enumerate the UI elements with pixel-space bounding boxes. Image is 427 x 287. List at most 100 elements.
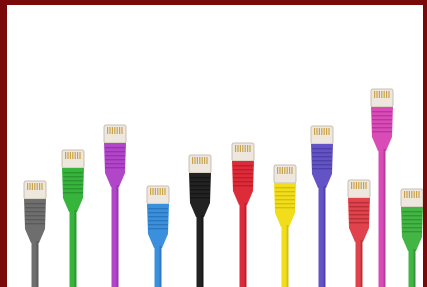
pin bbox=[152, 188, 154, 195]
ridge bbox=[105, 155, 125, 157]
pin bbox=[360, 182, 362, 189]
ridge bbox=[190, 189, 210, 191]
photo-frame bbox=[0, 0, 427, 287]
pin bbox=[286, 167, 288, 174]
pin bbox=[358, 182, 360, 189]
pin bbox=[355, 182, 357, 189]
ridge bbox=[275, 191, 295, 193]
ridge bbox=[63, 172, 83, 174]
ridge bbox=[402, 231, 422, 233]
cable-gray bbox=[23, 180, 47, 287]
ridge bbox=[105, 151, 125, 153]
strain-relief bbox=[372, 137, 392, 151]
ridge bbox=[25, 203, 45, 205]
network-cables-photo bbox=[23, 88, 423, 287]
ridge bbox=[372, 119, 392, 121]
ridge bbox=[275, 187, 295, 189]
pin bbox=[121, 127, 123, 134]
ridge bbox=[275, 195, 295, 197]
cable-shade bbox=[201, 215, 204, 287]
pin bbox=[351, 182, 353, 189]
strain-relief bbox=[105, 173, 125, 187]
pin bbox=[416, 191, 418, 198]
ridge bbox=[148, 212, 168, 214]
strain-relief bbox=[148, 234, 168, 248]
ridge bbox=[63, 184, 83, 186]
pin bbox=[41, 183, 43, 190]
pin bbox=[404, 191, 406, 198]
pin bbox=[235, 145, 237, 152]
pin bbox=[281, 167, 283, 174]
pin bbox=[159, 188, 161, 195]
pin bbox=[413, 191, 415, 198]
pin bbox=[164, 188, 166, 195]
pin bbox=[411, 191, 413, 198]
pin bbox=[31, 183, 33, 190]
ridge bbox=[148, 220, 168, 222]
cable-shade bbox=[116, 185, 119, 287]
pin bbox=[150, 188, 152, 195]
pin bbox=[383, 91, 385, 98]
pin bbox=[162, 188, 164, 195]
pin bbox=[109, 127, 111, 134]
cable-green bbox=[61, 149, 85, 287]
pin bbox=[314, 128, 316, 135]
ridge bbox=[105, 147, 125, 149]
ridge bbox=[372, 111, 392, 113]
ridge bbox=[190, 185, 210, 187]
pin bbox=[277, 167, 279, 174]
ridge bbox=[402, 211, 422, 213]
ridge bbox=[312, 160, 332, 162]
pin bbox=[192, 157, 194, 164]
pin bbox=[77, 152, 79, 159]
pin bbox=[381, 91, 383, 98]
ridge bbox=[190, 193, 210, 195]
pin bbox=[206, 157, 208, 164]
pin bbox=[279, 167, 281, 174]
ridge bbox=[148, 224, 168, 226]
pin bbox=[116, 127, 118, 134]
cable-violet bbox=[310, 125, 334, 287]
pin bbox=[323, 128, 325, 135]
ridge bbox=[25, 207, 45, 209]
ridge bbox=[349, 202, 369, 204]
strain-relief bbox=[190, 203, 210, 217]
ridge bbox=[63, 188, 83, 190]
ridge bbox=[312, 164, 332, 166]
ridge bbox=[275, 207, 295, 209]
ridge bbox=[233, 165, 253, 167]
ridge bbox=[312, 148, 332, 150]
pin bbox=[242, 145, 244, 152]
ridge bbox=[349, 222, 369, 224]
ridge bbox=[190, 197, 210, 199]
pin bbox=[69, 152, 71, 159]
pin bbox=[365, 182, 367, 189]
ridge bbox=[233, 169, 253, 171]
pin bbox=[79, 152, 81, 159]
ridge bbox=[148, 228, 168, 230]
ridge bbox=[275, 199, 295, 201]
ridge bbox=[105, 159, 125, 161]
ridge bbox=[372, 127, 392, 129]
strain-relief bbox=[275, 213, 295, 227]
ridge bbox=[190, 177, 210, 179]
ridge bbox=[312, 168, 332, 170]
pin bbox=[353, 182, 355, 189]
ridge bbox=[233, 173, 253, 175]
pin bbox=[408, 191, 410, 198]
ridge bbox=[402, 223, 422, 225]
ridge bbox=[63, 180, 83, 182]
ridge bbox=[25, 219, 45, 221]
pin bbox=[374, 91, 376, 98]
ridge bbox=[312, 152, 332, 154]
strain-relief bbox=[349, 228, 369, 242]
pin bbox=[199, 157, 201, 164]
pin bbox=[119, 127, 121, 134]
cable-blue bbox=[146, 185, 170, 287]
pin bbox=[247, 145, 249, 152]
pin bbox=[74, 152, 76, 159]
ridge bbox=[402, 227, 422, 229]
pin bbox=[39, 183, 41, 190]
strain-relief bbox=[63, 198, 83, 212]
pin bbox=[194, 157, 196, 164]
